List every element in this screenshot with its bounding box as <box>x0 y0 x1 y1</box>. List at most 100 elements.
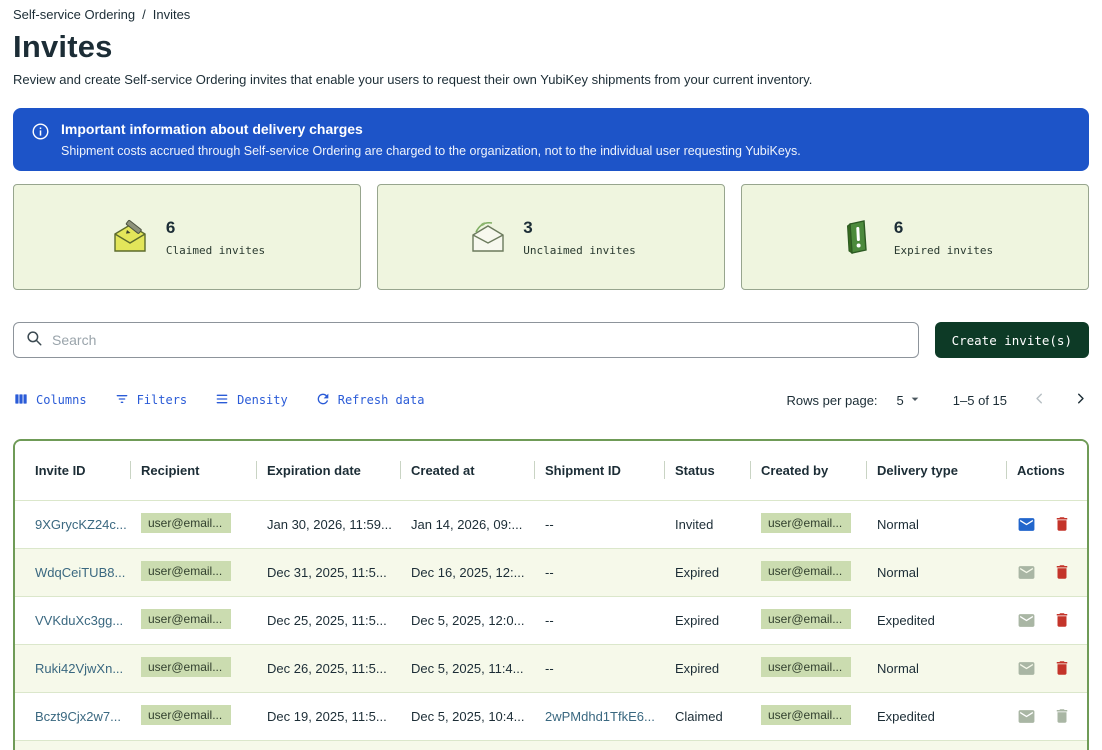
chevron-right-icon <box>1072 390 1089 410</box>
shipment-id-cell: -- <box>535 596 665 644</box>
rows-per-page-value: 5 <box>897 393 904 408</box>
columns-label: Columns <box>36 393 87 407</box>
density-button[interactable]: Density <box>214 391 288 410</box>
invite-id-link[interactable]: Ruki42VjwXn... <box>35 661 123 676</box>
recipient-redacted: user@email... <box>141 513 231 533</box>
column-header-shipment-id[interactable]: Shipment ID <box>535 441 665 500</box>
rows-per-page-select[interactable]: 5 <box>897 391 923 410</box>
refresh-data-label: Refresh data <box>338 393 425 407</box>
recipient-redacted: user@email... <box>141 705 231 725</box>
column-header-expiration-date[interactable]: Expiration date <box>257 441 401 500</box>
refresh-icon <box>315 391 331 410</box>
expiration-date-cell: Dec 31, 2025, 11:5... <box>257 548 401 596</box>
filters-button[interactable]: Filters <box>114 391 188 410</box>
recipient-redacted: user@email... <box>141 657 231 677</box>
delete-invite-button[interactable] <box>1053 611 1071 629</box>
delivery-type-cell: Normal <box>867 644 1007 692</box>
claimed-invites-label: Claimed invites <box>166 244 265 257</box>
chevron-down-icon <box>907 391 923 410</box>
send-email-button[interactable] <box>1017 659 1036 678</box>
delivery-type-cell: Normal <box>867 548 1007 596</box>
table-row: VVKduXc3gg... user@email... Dec 25, 2025… <box>15 596 1087 644</box>
invite-stats: 6 Claimed invites 3 Unclaimed invites <box>13 184 1089 290</box>
delete-invite-button[interactable] <box>1053 563 1071 581</box>
delivery-type-cell: Expedited <box>867 596 1007 644</box>
expiration-date-cell: Dec 25, 2025, 11:5... <box>257 596 401 644</box>
breadcrumb: Self-service Ordering / Invites <box>13 7 1089 22</box>
search-icon <box>25 329 43 352</box>
unclaimed-invites-label: Unclaimed invites <box>523 244 636 257</box>
created-at-cell: Dec 5, 2025, 12:0... <box>401 596 535 644</box>
delete-invite-button[interactable] <box>1053 659 1071 677</box>
rows-per-page-label: Rows per page: <box>786 393 877 408</box>
column-header-created-at[interactable]: Created at <box>401 441 535 500</box>
column-header-created-by[interactable]: Created by <box>751 441 867 500</box>
shipment-id-cell: -- <box>535 548 665 596</box>
next-page-button[interactable] <box>1072 390 1089 410</box>
created-by-redacted: user@email... <box>761 513 851 533</box>
column-header-delivery-type[interactable]: Delivery type <box>867 441 1007 500</box>
breadcrumb-separator: / <box>142 7 146 22</box>
banner-title: Important information about delivery cha… <box>61 121 801 137</box>
expired-invites-count: 6 <box>894 218 993 238</box>
send-email-button[interactable] <box>1017 611 1036 630</box>
created-at-cell: Dec 5, 2025, 10:4... <box>401 692 535 740</box>
send-email-button[interactable] <box>1017 563 1036 582</box>
banner-body: Shipment costs accrued through Self-serv… <box>61 144 801 158</box>
delivery-charges-banner: Important information about delivery cha… <box>13 108 1089 171</box>
invite-id-link[interactable]: VVKduXc3gg... <box>35 613 123 628</box>
status-cell: Invited <box>665 500 751 548</box>
shipment-id-cell: -- <box>535 500 665 548</box>
breadcrumb-invites: Invites <box>153 7 191 22</box>
breadcrumb-self-service-ordering[interactable]: Self-service Ordering <box>13 7 135 22</box>
unclaimed-invites-text: 3 Unclaimed invites <box>523 218 636 257</box>
unclaimed-invites-count: 3 <box>523 218 636 238</box>
table-toolbar: Columns Filters Density Refresh data Row… <box>13 385 1089 415</box>
column-header-status[interactable]: Status <box>665 441 751 500</box>
invites-table: Invite ID Recipient Expiration date Crea… <box>13 439 1089 750</box>
shipment-id-link[interactable]: 2wPMdhd1TfkE6... <box>545 709 655 724</box>
columns-icon <box>13 391 29 410</box>
column-header-invite-id[interactable]: Invite ID <box>15 441 131 500</box>
shipment-id-cell: -- <box>535 644 665 692</box>
search-input[interactable] <box>52 332 907 348</box>
density-label: Density <box>237 393 288 407</box>
search-row: Create invite(s) <box>13 322 1089 358</box>
status-cell: Expired <box>665 644 751 692</box>
status-cell: Expired <box>665 548 751 596</box>
invite-id-link[interactable]: WdqCeiTUB8... <box>35 565 125 580</box>
column-header-actions: Actions <box>1007 441 1087 500</box>
created-by-redacted: user@email... <box>761 705 851 725</box>
info-icon <box>31 122 50 146</box>
invite-id-link[interactable]: Bczt9Cjx2w7... <box>35 709 121 724</box>
page-title: Invites <box>13 29 1089 65</box>
table-row-partial <box>15 740 1087 750</box>
expiration-date-cell: Jan 30, 2026, 11:59... <box>257 500 401 548</box>
delete-invite-button[interactable] <box>1053 707 1071 725</box>
unclaimed-invites-card: 3 Unclaimed invites <box>377 184 725 290</box>
recipient-redacted: user@email... <box>141 561 231 581</box>
table-row: 9XGrycKZ24c... user@email... Jan 30, 202… <box>15 500 1087 548</box>
search-box[interactable] <box>13 322 919 358</box>
status-cell: Claimed <box>665 692 751 740</box>
send-email-button[interactable] <box>1017 515 1036 534</box>
claimed-invites-text: 6 Claimed invites <box>166 218 265 257</box>
create-invites-button[interactable]: Create invite(s) <box>935 322 1089 358</box>
page-subtitle: Review and create Self-service Ordering … <box>13 72 1089 87</box>
delete-invite-button[interactable] <box>1053 515 1071 533</box>
invite-id-link[interactable]: 9XGrycKZ24c... <box>35 517 127 532</box>
created-by-redacted: user@email... <box>761 657 851 677</box>
refresh-data-button[interactable]: Refresh data <box>315 391 425 410</box>
claimed-invites-count: 6 <box>166 218 265 238</box>
created-by-redacted: user@email... <box>761 609 851 629</box>
table-row: Bczt9Cjx2w7... user@email... Dec 19, 202… <box>15 692 1087 740</box>
filter-icon <box>114 391 130 410</box>
previous-page-button[interactable] <box>1031 390 1048 410</box>
expired-invite-icon <box>837 218 879 256</box>
delivery-type-cell: Normal <box>867 500 1007 548</box>
column-header-recipient[interactable]: Recipient <box>131 441 257 500</box>
created-at-cell: Jan 14, 2026, 09:... <box>401 500 535 548</box>
columns-button[interactable]: Columns <box>13 391 87 410</box>
send-email-button[interactable] <box>1017 707 1036 726</box>
created-at-cell: Dec 16, 2025, 12:... <box>401 548 535 596</box>
